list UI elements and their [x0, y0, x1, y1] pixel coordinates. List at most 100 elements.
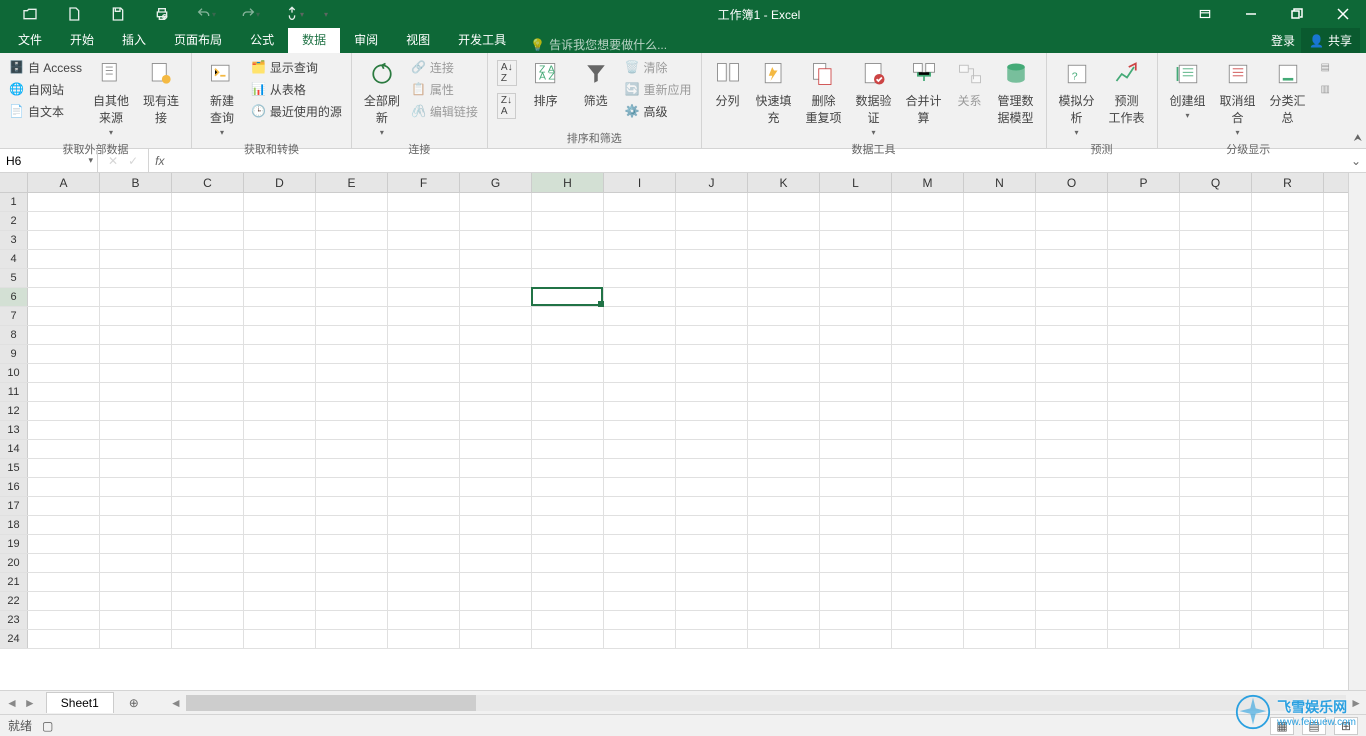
cell-D6[interactable] — [244, 288, 316, 306]
cell-L4[interactable] — [820, 250, 892, 268]
cell-B2[interactable] — [100, 212, 172, 230]
cell-I1[interactable] — [604, 193, 676, 211]
col-header-M[interactable]: M — [892, 173, 964, 192]
cell-H10[interactable] — [532, 364, 604, 382]
cell-N22[interactable] — [964, 592, 1036, 610]
cell-R2[interactable] — [1252, 212, 1324, 230]
cell-M10[interactable] — [892, 364, 964, 382]
cell-L2[interactable] — [820, 212, 892, 230]
cell-Q19[interactable] — [1180, 535, 1252, 553]
cell-M3[interactable] — [892, 231, 964, 249]
row-header-11[interactable]: 11 — [0, 383, 28, 401]
cell-G22[interactable] — [460, 592, 532, 610]
macro-record-icon[interactable]: ▢ — [42, 719, 53, 733]
cell-D5[interactable] — [244, 269, 316, 287]
sort-za-button[interactable]: Z↓A — [494, 89, 520, 122]
tab-view[interactable]: 视图 — [392, 28, 444, 53]
cell-O16[interactable] — [1036, 478, 1108, 496]
cell-Q5[interactable] — [1180, 269, 1252, 287]
cell-J14[interactable] — [676, 440, 748, 458]
cell-A18[interactable] — [28, 516, 100, 534]
cell-P23[interactable] — [1108, 611, 1180, 629]
cell-E9[interactable] — [316, 345, 388, 363]
cell-J17[interactable] — [676, 497, 748, 515]
print-preview-icon[interactable] — [140, 0, 184, 28]
cell-B20[interactable] — [100, 554, 172, 572]
cell-D7[interactable] — [244, 307, 316, 325]
cell-F1[interactable] — [388, 193, 460, 211]
cell-H7[interactable] — [532, 307, 604, 325]
row-header-6[interactable]: 6 — [0, 288, 28, 306]
cell-J7[interactable] — [676, 307, 748, 325]
cell-E8[interactable] — [316, 326, 388, 344]
cell-J2[interactable] — [676, 212, 748, 230]
cell-F24[interactable] — [388, 630, 460, 648]
cell-A17[interactable] — [28, 497, 100, 515]
cell-Q20[interactable] — [1180, 554, 1252, 572]
cell-A9[interactable] — [28, 345, 100, 363]
cell-R6[interactable] — [1252, 288, 1324, 306]
remove-duplicates-button[interactable]: 删除 重复项 — [800, 56, 848, 128]
cell-R7[interactable] — [1252, 307, 1324, 325]
cell-E2[interactable] — [316, 212, 388, 230]
cell-K11[interactable] — [748, 383, 820, 401]
cell-P20[interactable] — [1108, 554, 1180, 572]
open-icon[interactable] — [8, 0, 52, 28]
row-header-19[interactable]: 19 — [0, 535, 28, 553]
text-to-columns-button[interactable]: 分列 — [708, 56, 748, 111]
cell-D14[interactable] — [244, 440, 316, 458]
cell-O2[interactable] — [1036, 212, 1108, 230]
cell-A8[interactable] — [28, 326, 100, 344]
cell-O21[interactable] — [1036, 573, 1108, 591]
cell-C10[interactable] — [172, 364, 244, 382]
cell-G9[interactable] — [460, 345, 532, 363]
cell-L21[interactable] — [820, 573, 892, 591]
cell-K22[interactable] — [748, 592, 820, 610]
cell-E22[interactable] — [316, 592, 388, 610]
row-header-15[interactable]: 15 — [0, 459, 28, 477]
cell-I21[interactable] — [604, 573, 676, 591]
cell-A21[interactable] — [28, 573, 100, 591]
cell-K15[interactable] — [748, 459, 820, 477]
sort-button[interactable]: Z AA Z排序 — [522, 56, 570, 111]
cell-P22[interactable] — [1108, 592, 1180, 610]
view-normal-icon[interactable]: ▦ — [1270, 717, 1294, 735]
cell-B22[interactable] — [100, 592, 172, 610]
cell-J22[interactable] — [676, 592, 748, 610]
cell-M20[interactable] — [892, 554, 964, 572]
col-header-C[interactable]: C — [172, 173, 244, 192]
cell-A12[interactable] — [28, 402, 100, 420]
cell-Q21[interactable] — [1180, 573, 1252, 591]
cell-Q10[interactable] — [1180, 364, 1252, 382]
cell-C12[interactable] — [172, 402, 244, 420]
cell-I6[interactable] — [604, 288, 676, 306]
cell-I7[interactable] — [604, 307, 676, 325]
cell-P10[interactable] — [1108, 364, 1180, 382]
cell-M15[interactable] — [892, 459, 964, 477]
cell-D9[interactable] — [244, 345, 316, 363]
cell-G18[interactable] — [460, 516, 532, 534]
cell-M17[interactable] — [892, 497, 964, 515]
cell-M7[interactable] — [892, 307, 964, 325]
cell-B4[interactable] — [100, 250, 172, 268]
row-header-4[interactable]: 4 — [0, 250, 28, 268]
cell-Q7[interactable] — [1180, 307, 1252, 325]
prev-sheet-icon[interactable]: ◄ — [6, 696, 18, 710]
connections-button[interactable]: 🔗连接 — [408, 56, 481, 78]
cell-A13[interactable] — [28, 421, 100, 439]
cell-D12[interactable] — [244, 402, 316, 420]
cell-K23[interactable] — [748, 611, 820, 629]
cell-P12[interactable] — [1108, 402, 1180, 420]
sort-az-button[interactable]: A↓Z — [494, 56, 520, 89]
cell-L6[interactable] — [820, 288, 892, 306]
cell-R18[interactable] — [1252, 516, 1324, 534]
cell-Q3[interactable] — [1180, 231, 1252, 249]
cell-H19[interactable] — [532, 535, 604, 553]
cell-A3[interactable] — [28, 231, 100, 249]
cell-K13[interactable] — [748, 421, 820, 439]
cell-O20[interactable] — [1036, 554, 1108, 572]
cell-Q15[interactable] — [1180, 459, 1252, 477]
cell-Q22[interactable] — [1180, 592, 1252, 610]
cell-O15[interactable] — [1036, 459, 1108, 477]
grid-rows[interactable]: 123456789101112131415161718192021222324 — [0, 193, 1348, 649]
